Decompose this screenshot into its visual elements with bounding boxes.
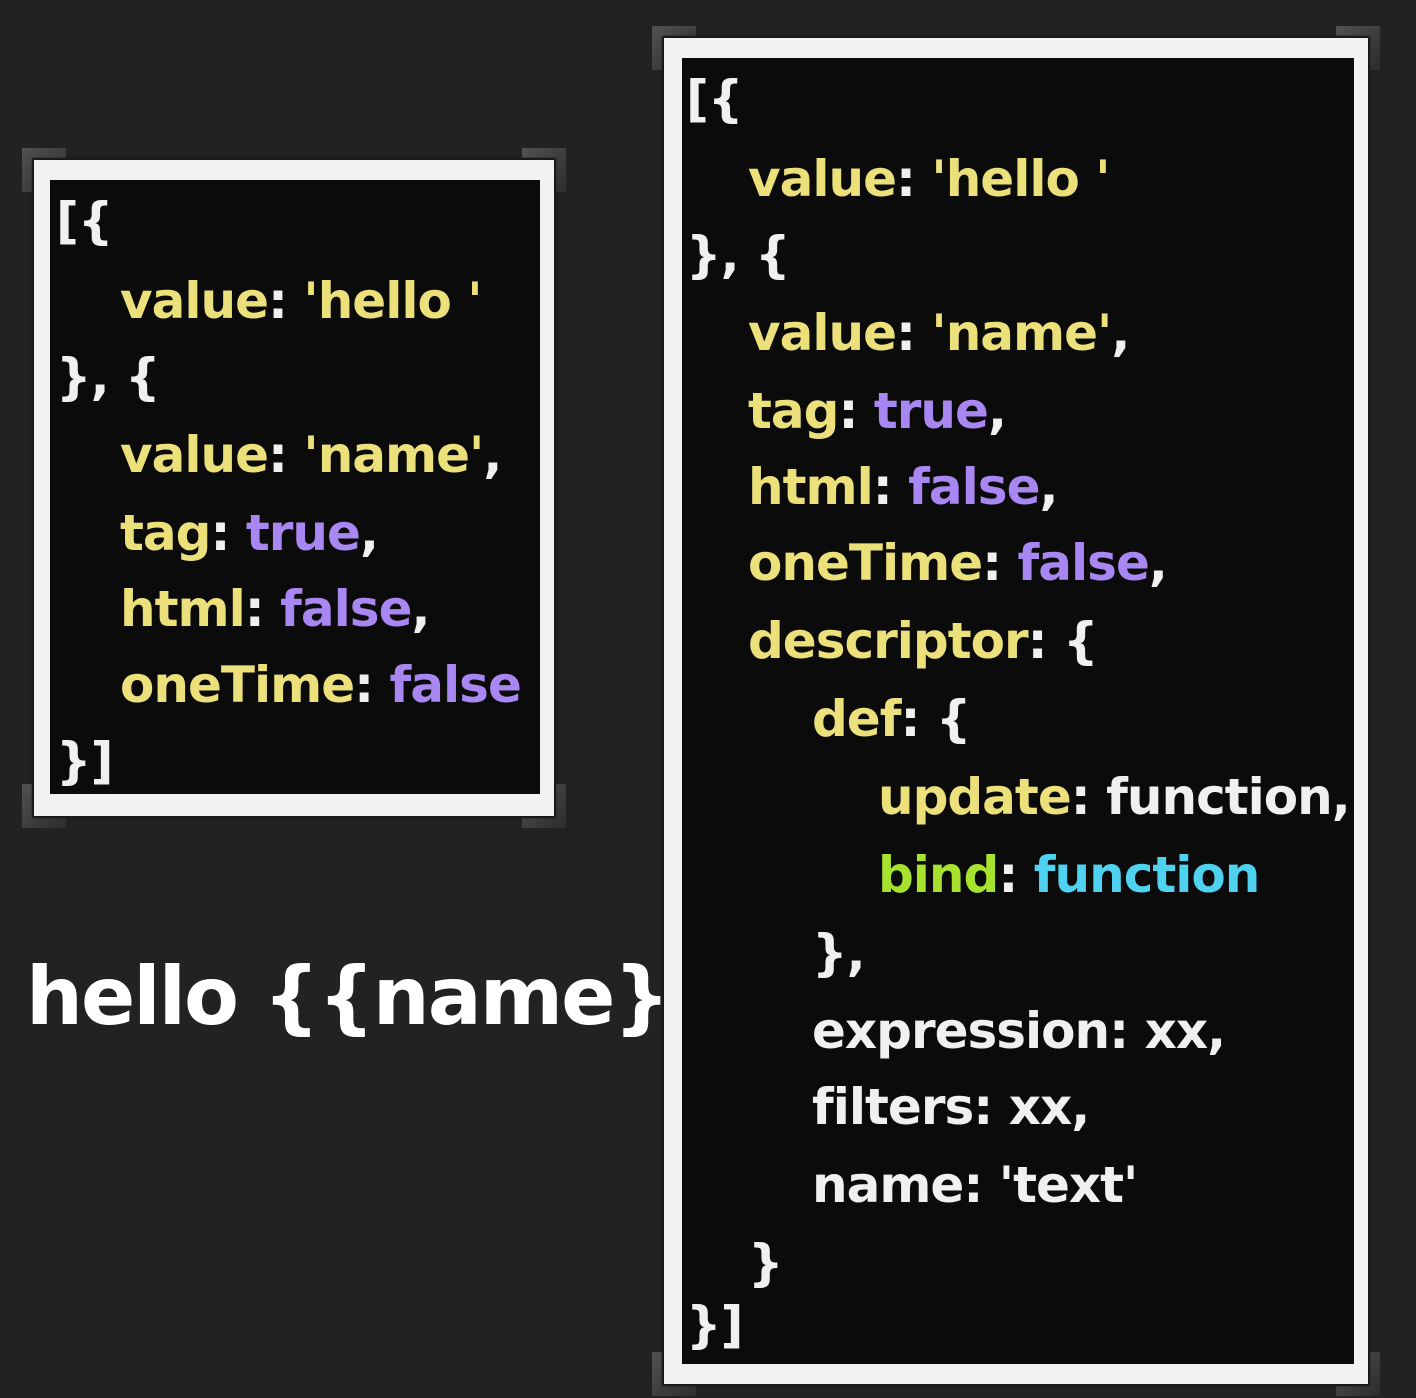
- large-code-frame: [{ value: 'hello ' }, { value: 'name', t…: [652, 26, 1380, 1396]
- code-line: name: 'text': [812, 1156, 1138, 1214]
- code-line: [{: [686, 70, 743, 128]
- code-line: }: [748, 1234, 784, 1292]
- code-line: }]: [686, 1296, 743, 1354]
- code-line: update: function,: [878, 768, 1351, 826]
- code-line: },: [812, 924, 866, 982]
- code-line: value: 'hello ': [120, 272, 483, 330]
- code-line: value: 'hello ': [748, 150, 1111, 208]
- code-line: html: false,: [748, 458, 1058, 516]
- code-line: oneTime: false,: [748, 534, 1168, 592]
- large-code-block: [{ value: 'hello ' }, { value: 'name', t…: [682, 58, 1354, 1364]
- code-line: tag: true,: [748, 382, 1007, 440]
- code-line: }, {: [56, 348, 161, 406]
- code-line: oneTime: false: [120, 656, 522, 714]
- code-line: value: 'name',: [120, 426, 502, 484]
- code-line: }]: [56, 732, 113, 790]
- small-code-frame: [{ value: 'hello ' }, { value: 'name', t…: [22, 148, 566, 828]
- code-line: bind: function: [878, 846, 1260, 904]
- code-line: descriptor: {: [748, 612, 1099, 670]
- small-code-block: [{ value: 'hello ' }, { value: 'name', t…: [50, 180, 540, 794]
- code-line: value: 'name',: [748, 304, 1130, 362]
- code-line: }, {: [686, 226, 791, 284]
- code-line: html: false,: [120, 580, 430, 638]
- code-line: tag: true,: [120, 504, 379, 562]
- template-caption: hello {{name}}: [26, 950, 725, 1043]
- code-line: [{: [56, 192, 113, 250]
- code-line: filters: xx,: [812, 1078, 1090, 1136]
- code-line: def: {: [812, 690, 971, 748]
- code-line: expression: xx,: [812, 1002, 1226, 1060]
